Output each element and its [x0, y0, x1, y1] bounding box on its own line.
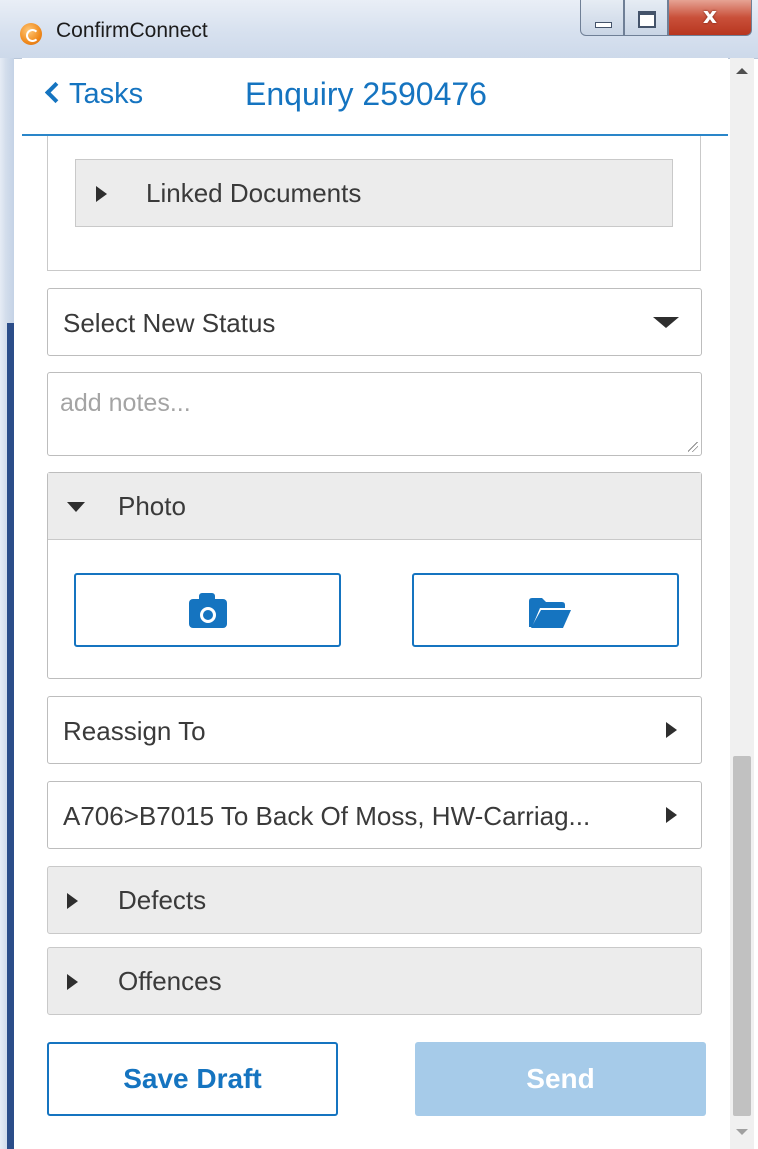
status-select[interactable]: Select New Status — [47, 288, 702, 356]
notes-field[interactable] — [47, 372, 702, 456]
page-title: Enquiry 2590476 — [245, 76, 487, 112]
linked-documents-toggle[interactable]: Linked Documents — [75, 159, 673, 227]
app-logo-icon — [20, 23, 42, 45]
caret-right-icon — [67, 893, 78, 909]
photo-panel: Photo — [47, 472, 702, 679]
back-label: Tasks — [69, 78, 144, 110]
save-draft-button[interactable]: Save Draft — [47, 1042, 338, 1116]
chevron-right-icon — [666, 807, 677, 823]
reassign-label: Reassign To — [63, 716, 206, 746]
caret-down-icon — [67, 502, 85, 512]
choose-file-button[interactable] — [412, 573, 679, 647]
back-to-tasks-link[interactable]: Tasks — [44, 78, 144, 111]
location-label: A706>B7015 To Back Of Moss, HW-Carriag..… — [63, 801, 591, 831]
take-photo-button[interactable] — [74, 573, 341, 647]
reassign-to-row[interactable]: Reassign To — [47, 696, 702, 764]
window-frame — [0, 58, 14, 1149]
notes-input[interactable] — [48, 373, 701, 455]
defects-label: Defects — [118, 885, 207, 915]
camera-icon — [189, 593, 227, 628]
minimize-button[interactable] — [580, 0, 624, 36]
resize-grip-icon[interactable] — [688, 442, 698, 452]
status-select-value: Select New Status — [63, 308, 276, 338]
send-button[interactable]: Send — [415, 1042, 706, 1116]
defects-toggle[interactable]: Defects — [47, 866, 702, 934]
maximize-button[interactable] — [624, 0, 668, 36]
close-icon: x — [702, 4, 718, 29]
task-form: Linked Documents Select New Status Photo — [22, 136, 728, 1149]
caret-right-icon — [96, 186, 107, 202]
caret-right-icon — [67, 974, 78, 990]
window-title: ConfirmConnect — [56, 19, 208, 42]
vertical-scrollbar[interactable] — [730, 58, 754, 1149]
app-window: ConfirmConnect x Tasks Enquiry 2590476 L… — [0, 0, 758, 1149]
details-card: Linked Documents — [47, 136, 701, 271]
chevron-right-icon — [666, 722, 677, 738]
photo-toggle[interactable]: Photo — [48, 473, 701, 540]
title-bar[interactable]: ConfirmConnect x — [0, 0, 758, 59]
location-row[interactable]: A706>B7015 To Back Of Moss, HW-Carriag..… — [47, 781, 702, 849]
close-button[interactable]: x — [668, 0, 752, 36]
photo-label: Photo — [118, 491, 186, 521]
offences-label: Offences — [118, 966, 222, 996]
folder-open-icon — [529, 598, 571, 628]
linked-documents-label: Linked Documents — [146, 178, 362, 208]
page-header: Tasks Enquiry 2590476 — [22, 58, 728, 136]
scroll-up-icon[interactable] — [736, 68, 748, 74]
dropdown-arrow-icon — [653, 317, 679, 328]
scrollbar-thumb[interactable] — [733, 756, 751, 1116]
offences-toggle[interactable]: Offences — [47, 947, 702, 1015]
scroll-down-icon[interactable] — [736, 1129, 748, 1135]
chevron-left-icon — [44, 81, 67, 104]
